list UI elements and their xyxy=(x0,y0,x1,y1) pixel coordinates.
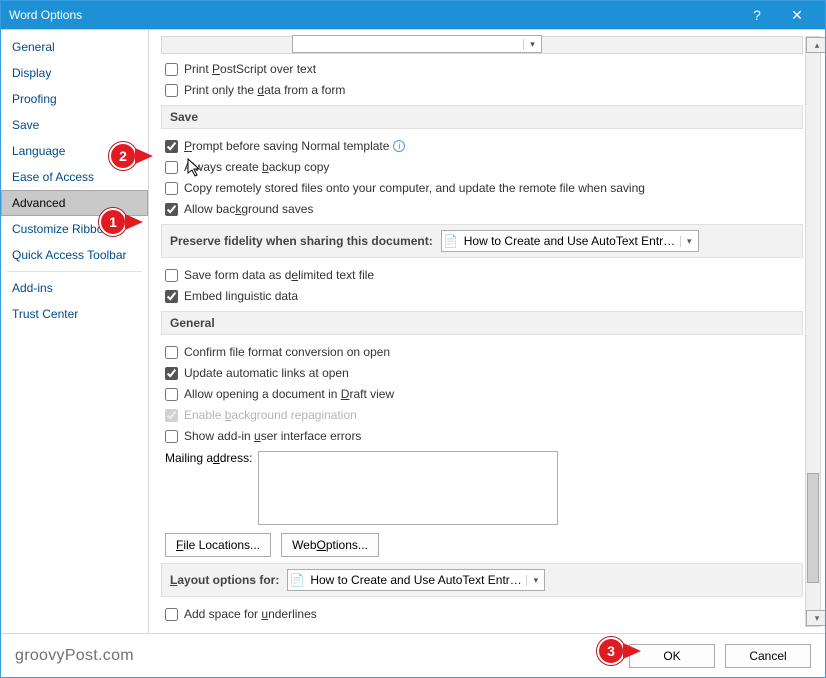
checkbox-add-space-underlines[interactable] xyxy=(165,608,178,621)
options-panel: ▾ Print PostScript over text Print only … xyxy=(149,30,825,633)
titlebar: Word Options ? ✕ xyxy=(1,1,825,29)
dialog-footer: groovyPost.com OK Cancel xyxy=(1,633,825,677)
opt-print-postscript[interactable]: Print PostScript over text xyxy=(165,60,803,78)
checkbox-allow-draft[interactable] xyxy=(165,388,178,401)
section-save: Save xyxy=(161,105,803,129)
mailing-address-row: Mailing address: xyxy=(165,451,803,525)
opt-allow-bg-saves[interactable]: Allow background saves xyxy=(165,200,803,218)
scroll-up-button[interactable]: ▴ xyxy=(806,37,825,53)
web-options-button[interactable]: Web Options... xyxy=(281,533,379,557)
opt-confirm-format[interactable]: Confirm file format conversion on open xyxy=(165,343,803,361)
sidebar-item-save[interactable]: Save xyxy=(1,112,148,138)
chevron-down-icon: ▾ xyxy=(680,236,698,247)
checkbox-save-form-data[interactable] xyxy=(165,269,178,282)
opt-show-addin-errors[interactable]: Show add-in user interface errors xyxy=(165,427,803,445)
info-icon[interactable]: i xyxy=(393,140,405,152)
scroll-down-button[interactable]: ▾ xyxy=(806,610,825,626)
checkbox-confirm-format[interactable] xyxy=(165,346,178,359)
checkbox-prompt-normal[interactable] xyxy=(165,140,178,153)
word-doc-icon: 📄 xyxy=(442,234,460,248)
opt-add-space-underlines[interactable]: Add space for underlines xyxy=(165,605,803,623)
opt-copy-remote[interactable]: Copy remotely stored files onto your com… xyxy=(165,179,803,197)
cancel-button[interactable]: Cancel xyxy=(725,644,811,668)
checkbox-backup-copy[interactable] xyxy=(165,161,178,174)
close-button[interactable]: ✕ xyxy=(777,1,817,29)
opt-prompt-normal[interactable]: Prompt before saving Normal template i xyxy=(165,137,803,155)
scroll-thumb[interactable] xyxy=(807,473,819,583)
sidebar-item-display[interactable]: Display xyxy=(1,60,148,86)
checkbox-update-links[interactable] xyxy=(165,367,178,380)
sidebar-item-language[interactable]: Language xyxy=(1,138,148,164)
checkbox-print-postscript[interactable] xyxy=(165,63,178,76)
sidebar-item-trust-center[interactable]: Trust Center xyxy=(1,301,148,327)
checkbox-show-addin-errors[interactable] xyxy=(165,430,178,443)
category-sidebar: General Display Proofing Save Language E… xyxy=(1,30,149,633)
section-layout-options: Layout options for: 📄 How to Create and … xyxy=(161,563,803,597)
opt-print-data-form[interactable]: Print only the data from a form xyxy=(165,81,803,99)
sidebar-item-advanced[interactable]: Advanced xyxy=(1,190,148,216)
opt-backup-copy[interactable]: Always create backup copy xyxy=(165,158,803,176)
ok-button[interactable]: OK xyxy=(629,644,715,668)
help-button[interactable]: ? xyxy=(737,1,777,29)
watermark: groovyPost.com xyxy=(15,647,134,665)
opt-update-links[interactable]: Update automatic links at open xyxy=(165,364,803,382)
sidebar-item-proofing[interactable]: Proofing xyxy=(1,86,148,112)
opt-embed-linguistic[interactable]: Embed linguistic data xyxy=(165,287,803,305)
sidebar-item-quick-access-toolbar[interactable]: Quick Access Toolbar xyxy=(1,242,148,268)
opt-enable-repag: Enable background repagination xyxy=(165,406,803,424)
word-options-dialog: Word Options ? ✕ General Display Proofin… xyxy=(0,0,826,678)
dropdown-fidelity-document[interactable]: 📄 How to Create and Use AutoText Entrie.… xyxy=(441,230,699,252)
dropdown-layout-document[interactable]: 📄 How to Create and Use AutoText Entrie.… xyxy=(287,569,545,591)
sidebar-separator xyxy=(7,271,142,272)
vertical-scrollbar[interactable]: ▴ ▾ xyxy=(805,36,821,627)
mailing-address-textarea[interactable] xyxy=(258,451,558,525)
sidebar-item-addins[interactable]: Add-ins xyxy=(1,275,148,301)
file-locations-button[interactable]: File Locations... xyxy=(165,533,271,557)
word-doc-icon: 📄 xyxy=(288,573,306,587)
sidebar-item-general[interactable]: General xyxy=(1,34,148,60)
checkbox-copy-remote[interactable] xyxy=(165,182,178,195)
section-general: General xyxy=(161,311,803,335)
checkbox-allow-bg-saves[interactable] xyxy=(165,203,178,216)
sidebar-item-customize-ribbon[interactable]: Customize Ribbon xyxy=(1,216,148,242)
scroll-track[interactable] xyxy=(806,53,820,610)
sidebar-item-ease-of-access[interactable]: Ease of Access xyxy=(1,164,148,190)
checkbox-embed-linguistic[interactable] xyxy=(165,290,178,303)
checkbox-enable-repag xyxy=(165,409,178,422)
opt-save-form-data[interactable]: Save form data as delimited text file xyxy=(165,266,803,284)
opt-allow-draft[interactable]: Allow opening a document in Draft view xyxy=(165,385,803,403)
checkbox-print-data-form[interactable] xyxy=(165,84,178,97)
window-title: Word Options xyxy=(9,8,737,22)
chevron-down-icon: ▾ xyxy=(526,575,544,586)
section-preserve-fidelity: Preserve fidelity when sharing this docu… xyxy=(161,224,803,258)
mailing-address-label: Mailing address: xyxy=(165,451,252,465)
truncated-dropdown[interactable]: ▾ xyxy=(292,35,542,53)
